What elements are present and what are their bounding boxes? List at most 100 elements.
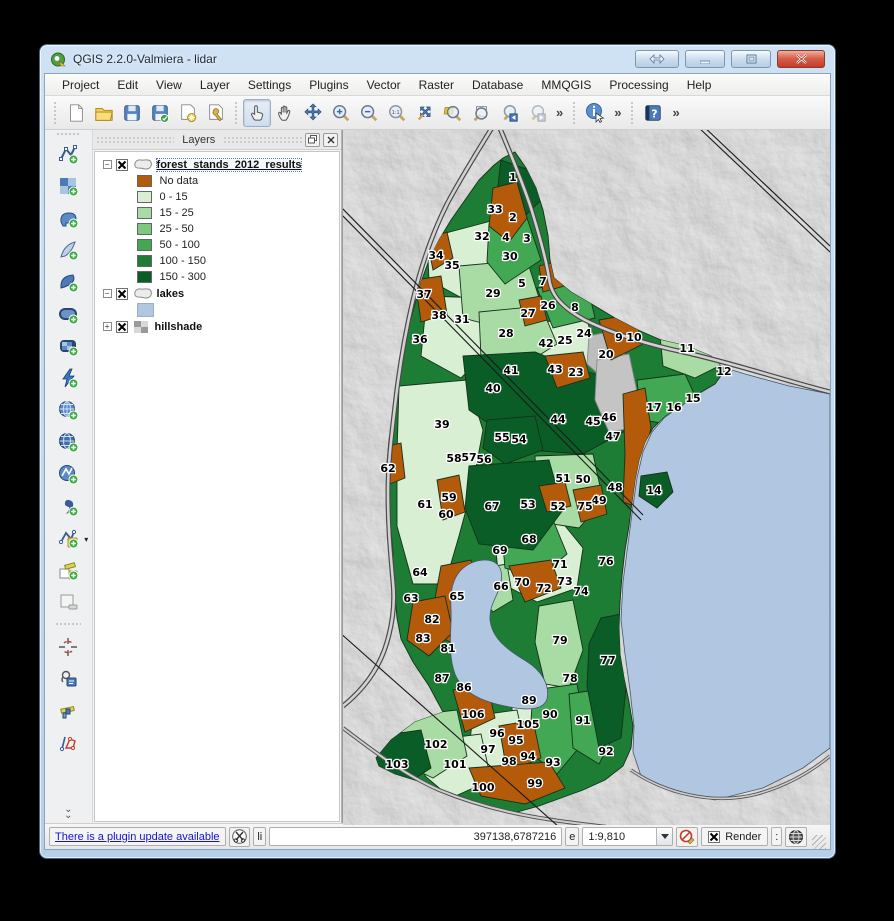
scale-combobox[interactable]: 1:9,810: [582, 827, 673, 846]
legend-item[interactable]: No data: [97, 173, 337, 189]
new-gpx-layer-button[interactable]: [52, 556, 84, 584]
layer-visibility-checkbox[interactable]: [116, 288, 128, 300]
add-oracle-layer-button[interactable]: [52, 300, 84, 328]
save-project-as-button[interactable]: [146, 99, 174, 127]
layer-visibility-checkbox[interactable]: [116, 159, 128, 171]
new-composer-button[interactable]: [174, 99, 202, 127]
legend-item[interactable]: 50 - 100: [97, 237, 337, 253]
add-postgis-layer-button[interactable]: [52, 204, 84, 232]
pan-map-button[interactable]: [271, 99, 299, 127]
lidar-cable-tool-button[interactable]: [52, 697, 84, 725]
zoom-last-button[interactable]: [495, 99, 523, 127]
add-vector-layer-button[interactable]: [52, 140, 84, 168]
minimize-button[interactable]: [685, 50, 725, 68]
zoom-to-selection-button[interactable]: [467, 99, 495, 127]
layer-row-forest-stands[interactable]: − forest_stands_2012_results: [97, 156, 337, 173]
add-raster-layer-button[interactable]: [52, 172, 84, 200]
lakes-legend-row[interactable]: [97, 302, 337, 318]
lidar-crosshair-button[interactable]: [52, 633, 84, 661]
touch-zoom-pan-button[interactable]: [243, 99, 271, 127]
topology-tool-button[interactable]: [52, 729, 84, 757]
window-resize-button[interactable]: [635, 50, 679, 68]
stop-rendering-button[interactable]: [676, 827, 698, 847]
maximize-button[interactable]: [731, 50, 771, 68]
pan-to-selection-button[interactable]: [299, 99, 327, 127]
expand-toggle[interactable]: +: [103, 322, 112, 331]
render-checkbox[interactable]: [708, 831, 720, 843]
zoom-to-selection-icon: [471, 103, 491, 123]
zoom-full-extent-button[interactable]: [411, 99, 439, 127]
open-project-button[interactable]: [90, 99, 118, 127]
scale-dropdown-button[interactable]: [656, 828, 672, 845]
add-wfs-layer-button[interactable]: [52, 428, 84, 456]
zoom-to-layer-button[interactable]: [439, 99, 467, 127]
zoom-next-button[interactable]: [523, 99, 551, 127]
toolbar-overflow-button[interactable]: »: [667, 105, 684, 120]
menu-item-raster[interactable]: Raster: [410, 75, 463, 95]
toolbar-grip[interactable]: [56, 132, 80, 137]
stand-label-82: 82: [424, 613, 439, 626]
toolbar-overflow-chevron[interactable]: ⌄⌄: [64, 807, 72, 819]
menu-item-view[interactable]: View: [147, 75, 191, 95]
plugin-icon-button[interactable]: [229, 827, 251, 847]
layer-row-lakes[interactable]: − lakes: [97, 285, 337, 302]
crs-status-button[interactable]: [785, 827, 807, 847]
stand-label-42: 42: [538, 337, 553, 350]
menu-item-processing[interactable]: Processing: [600, 75, 677, 95]
panel-close-button[interactable]: [323, 133, 338, 147]
menu-item-database[interactable]: Database: [463, 75, 532, 95]
zoom-in-button[interactable]: [327, 99, 355, 127]
save-project-button[interactable]: [118, 99, 146, 127]
identify-features-button[interactable]: [581, 99, 609, 127]
plugin-update-box[interactable]: There is a plugin update available: [49, 827, 226, 846]
menu-item-plugins[interactable]: Plugins: [300, 75, 357, 95]
add-wfs-vector-layer-button[interactable]: [52, 460, 84, 488]
add-spatialite-layer-button[interactable]: [52, 236, 84, 264]
toolbar-grip[interactable]: [53, 101, 58, 125]
legend-item[interactable]: 15 - 25: [97, 205, 337, 221]
layer-visibility-checkbox[interactable]: [116, 321, 128, 333]
composer-manager-button[interactable]: [202, 99, 230, 127]
menu-item-project[interactable]: Project: [53, 75, 108, 95]
menu-item-mmqgis[interactable]: MMQGIS: [532, 75, 600, 95]
new-project-button[interactable]: [62, 99, 90, 127]
menu-item-vector[interactable]: Vector: [358, 75, 410, 95]
toolbar-overflow-button[interactable]: »: [551, 105, 568, 120]
resize-grip[interactable]: [812, 835, 826, 849]
collapse-toggle[interactable]: −: [103, 160, 112, 169]
lidar-clamp-tool-button[interactable]: [52, 665, 84, 693]
legend-item[interactable]: 0 - 15: [97, 189, 337, 205]
remove-layer-button[interactable]: [52, 588, 84, 616]
add-wcs-layer-button[interactable]: [52, 364, 84, 392]
menu-item-edit[interactable]: Edit: [108, 75, 147, 95]
render-checkbox-group[interactable]: Render: [701, 827, 768, 846]
add-delimited-text-layer-button[interactable]: [52, 492, 84, 520]
title-bar[interactable]: QGIS 2.2.0-Valmiera - lidar: [44, 45, 831, 73]
legend-item[interactable]: 100 - 150: [97, 253, 337, 269]
toolbar-grip[interactable]: [572, 101, 577, 125]
menu-item-layer[interactable]: Layer: [191, 75, 239, 95]
layers-panel-header[interactable]: Layers: [93, 130, 341, 150]
close-button[interactable]: [777, 50, 825, 68]
zoom-out-button[interactable]: [355, 99, 383, 127]
add-mssql-layer-button[interactable]: [52, 268, 84, 296]
toolbar-grip[interactable]: [630, 101, 635, 125]
dropdown-caret-icon[interactable]: ▾: [84, 535, 88, 544]
toolbar-grip[interactable]: [234, 101, 239, 125]
menu-item-settings[interactable]: Settings: [239, 75, 300, 95]
toolbar-overflow-button[interactable]: »: [609, 105, 626, 120]
help-button[interactable]: ?: [639, 99, 667, 127]
plugin-update-link[interactable]: There is a plugin update available: [55, 831, 220, 843]
legend-item[interactable]: 25 - 50: [97, 221, 337, 237]
panel-float-button[interactable]: [305, 133, 320, 147]
zoom-native-resolution-button[interactable]: 1:1: [383, 99, 411, 127]
collapse-toggle[interactable]: −: [103, 289, 112, 298]
new-shapefile-layer-button[interactable]: ▾: [52, 524, 84, 552]
layer-row-hillshade[interactable]: + hillshade: [97, 318, 337, 335]
menu-item-help[interactable]: Help: [678, 75, 721, 95]
coordinate-input[interactable]: 397138,6787216: [269, 827, 562, 846]
add-ows-layer-button[interactable]: [52, 396, 84, 424]
legend-item[interactable]: 150 - 300: [97, 269, 337, 285]
map-canvas[interactable]: 1234578910111214151617202324252627282930…: [342, 130, 830, 823]
add-wms-layer-button[interactable]: [52, 332, 84, 360]
